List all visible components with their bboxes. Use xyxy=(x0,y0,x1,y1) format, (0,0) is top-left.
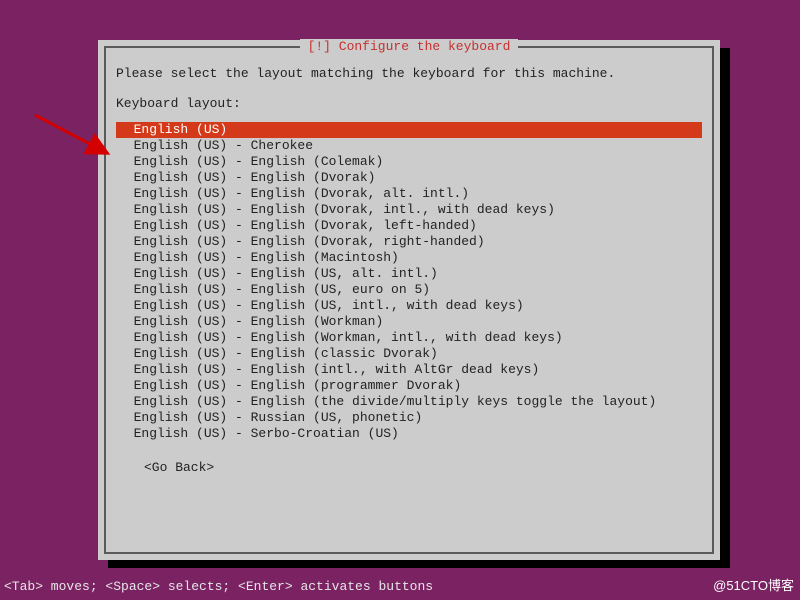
list-item[interactable]: English (US) - English (US, alt. intl.) xyxy=(116,266,702,282)
help-footer: <Tab> moves; <Space> selects; <Enter> ac… xyxy=(4,579,433,594)
keyboard-layout-list[interactable]: English (US) English (US) - Cherokee Eng… xyxy=(116,122,702,442)
list-item[interactable]: English (US) - English (Colemak) xyxy=(116,154,702,170)
keyboard-config-dialog: [!] Configure the keyboard Please select… xyxy=(98,40,720,560)
list-item[interactable]: English (US) - English (US, euro on 5) xyxy=(116,282,702,298)
list-item[interactable]: English (US) - Serbo-Croatian (US) xyxy=(116,426,702,442)
list-item[interactable]: English (US) xyxy=(116,122,702,138)
list-item[interactable]: English (US) - English (Workman) xyxy=(116,314,702,330)
dialog-frame: [!] Configure the keyboard Please select… xyxy=(104,46,714,554)
list-item[interactable]: English (US) - English (US, intl., with … xyxy=(116,298,702,314)
list-item[interactable]: English (US) - English (programmer Dvora… xyxy=(116,378,702,394)
field-label: Keyboard layout: xyxy=(116,96,702,112)
watermark: @51CTO博客 xyxy=(713,575,794,594)
list-item[interactable]: English (US) - Cherokee xyxy=(116,138,702,154)
list-item[interactable]: English (US) - English (Macintosh) xyxy=(116,250,702,266)
go-back-button[interactable]: <Go Back> xyxy=(116,460,702,476)
list-item[interactable]: English (US) - English (intl., with AltG… xyxy=(116,362,702,378)
list-item[interactable]: English (US) - English (Dvorak, alt. int… xyxy=(116,186,702,202)
list-item[interactable]: English (US) - English (classic Dvorak) xyxy=(116,346,702,362)
dialog-title: [!] Configure the keyboard xyxy=(300,39,519,54)
list-item[interactable]: English (US) - English (the divide/multi… xyxy=(116,394,702,410)
dialog-prompt: Please select the layout matching the ke… xyxy=(116,66,702,82)
list-item[interactable]: English (US) - English (Dvorak, intl., w… xyxy=(116,202,702,218)
list-item[interactable]: English (US) - English (Dvorak) xyxy=(116,170,702,186)
list-item[interactable]: English (US) - English (Dvorak, left-han… xyxy=(116,218,702,234)
list-item[interactable]: English (US) - English (Workman, intl., … xyxy=(116,330,702,346)
list-item[interactable]: English (US) - Russian (US, phonetic) xyxy=(116,410,702,426)
list-item[interactable]: English (US) - English (Dvorak, right-ha… xyxy=(116,234,702,250)
